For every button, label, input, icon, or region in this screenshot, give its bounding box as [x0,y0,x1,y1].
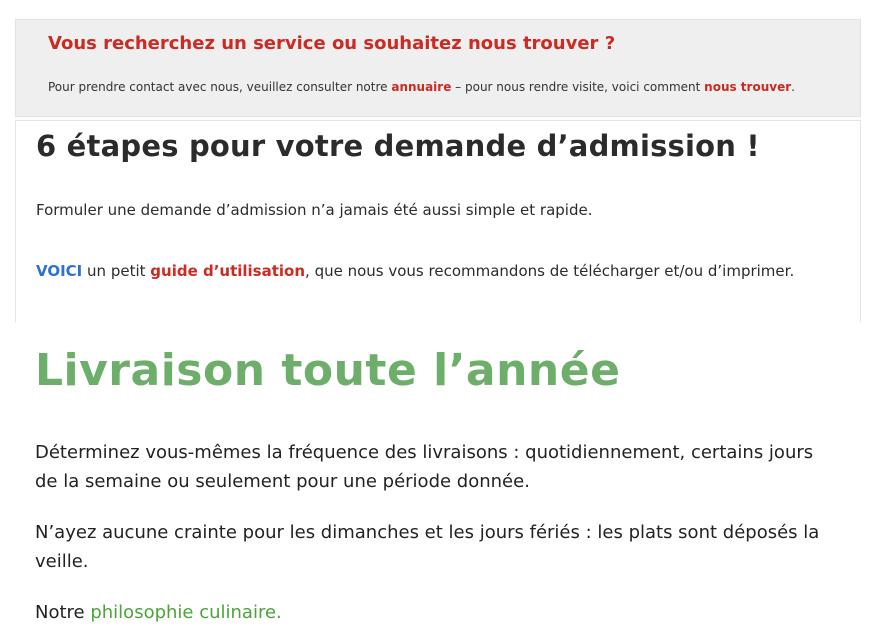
philosophy-paragraph: Notre philosophie culinaire. [35,598,835,627]
contact-title: Vous recherchez un service ou souhaitez … [48,33,616,54]
delivery-frequency-paragraph: Déterminez vous-mêmes la fréquence des l… [35,442,814,492]
notre-label: Notre [35,602,91,623]
guide-utilisation-link[interactable]: guide d’utilisation [150,262,305,280]
contact-text: Pour prendre contact avec nous, veuillez… [48,80,795,94]
admission-title: 6 étapes pour votre demande d’admission … [36,129,760,163]
contact-info-box: Vous recherchez un service ou souhaitez … [15,19,861,117]
admission-intro: Formuler une demande d’admission n’a jam… [36,201,593,219]
guide-paragraph: VOICI un petit guide d’utilisation, que … [36,262,794,280]
guide-text-after: , que nous vous recommandons de téléchar… [305,262,795,280]
nous-trouver-link[interactable]: nous trouver [704,80,791,94]
voici-link[interactable]: VOICI [36,262,82,280]
delivery-holidays-paragraph: N’ayez aucune crainte pour les dimanches… [35,522,820,572]
guide-text-before: un petit [82,262,151,280]
philosophy-link[interactable]: philosophie culinaire. [90,602,281,623]
contact-text-before: Pour prendre contact avec nous, veuillez… [48,80,392,94]
annuaire-link[interactable]: annuaire [391,80,451,94]
admission-section: 6 étapes pour votre demande d’admission … [15,120,861,322]
contact-text-middle: – pour nous rendre visite, voici comment [451,80,705,94]
delivery-title: Livraison toute l’année [35,345,621,396]
contact-text-end: . [791,80,795,94]
